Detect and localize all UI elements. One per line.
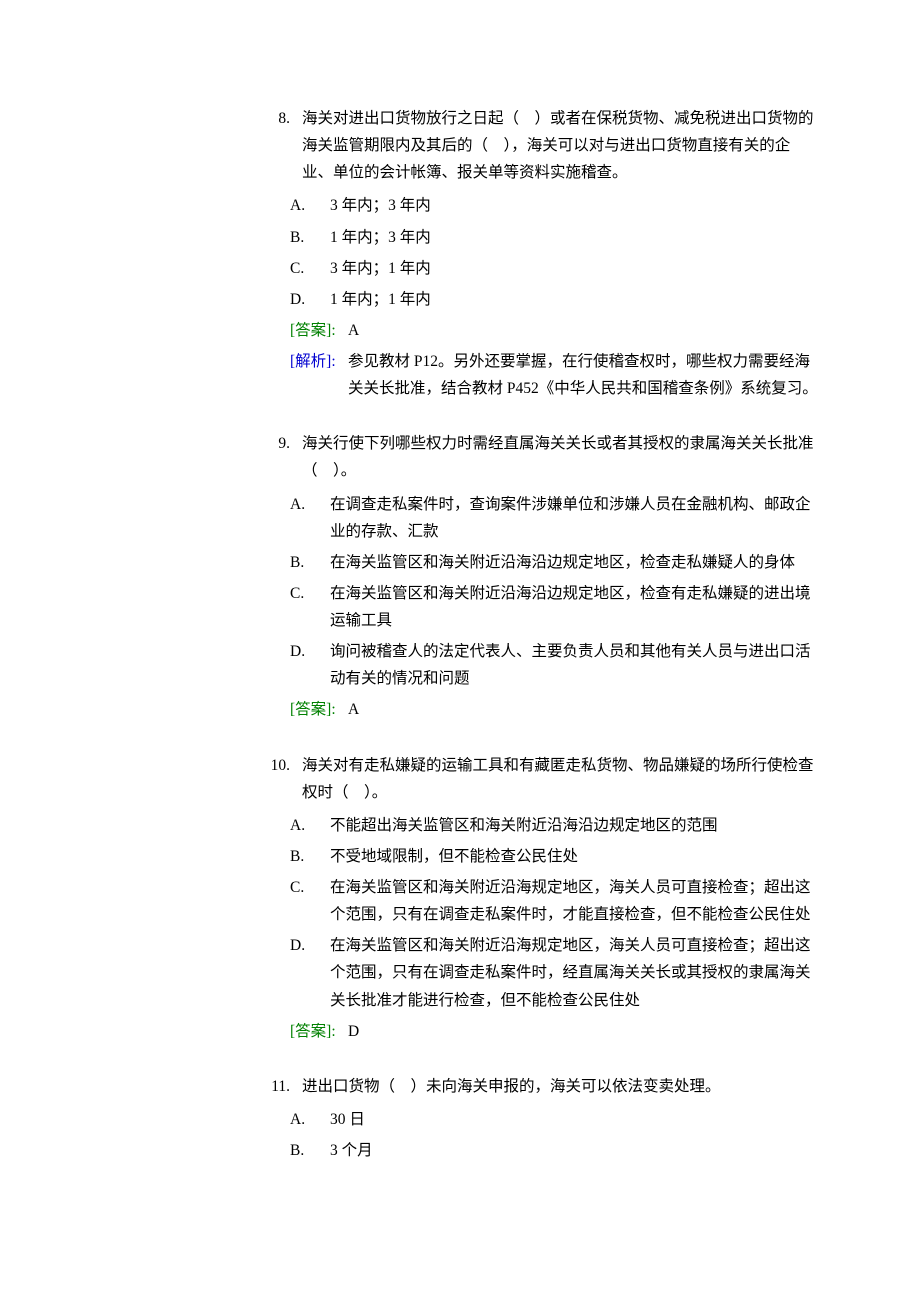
option-letter: B. xyxy=(290,224,330,251)
option-text: 不能超出海关监管区和海关附近沿海沿边规定地区的范围 xyxy=(330,812,820,839)
option-b: B. 不受地域限制，但不能检查公民住处 xyxy=(250,843,820,870)
option-text: 在调查走私案件时，查询案件涉嫌单位和涉嫌人员在金融机构、邮政企业的存款、汇款 xyxy=(330,491,820,545)
explanation-row: [解析]: 参见教材 P12。另外还要掌握，在行使稽查权时，哪些权力需要经海关关… xyxy=(250,348,820,402)
option-c: C. 在海关监管区和海关附近沿海沿边规定地区，检查有走私嫌疑的进出境运输工具 xyxy=(250,580,820,634)
question-header: 9. 海关行使下列哪些权力时需经直属海关关长或者其授权的隶属海关关长批准（ ）。 xyxy=(250,430,820,484)
option-b: B. 在海关监管区和海关附近沿海沿边规定地区，检查走私嫌疑人的身体 xyxy=(250,549,820,576)
answer-value: A xyxy=(348,317,820,344)
option-b: B. 3 个月 xyxy=(250,1137,820,1164)
question-number: 8. xyxy=(250,105,302,132)
explanation-label: [解析]: xyxy=(290,348,348,375)
answer-row: [答案]: D xyxy=(250,1018,820,1045)
option-b: B. 1 年内；3 年内 xyxy=(250,224,820,251)
option-text: 不受地域限制，但不能检查公民住处 xyxy=(330,843,820,870)
option-text: 3 个月 xyxy=(330,1137,820,1164)
answer-label: [答案]: xyxy=(290,317,348,344)
option-text: 在海关监管区和海关附近沿海规定地区，海关人员可直接检查；超出这个范围，只有在调查… xyxy=(330,932,820,1013)
option-c: C. 3 年内；1 年内 xyxy=(250,255,820,282)
option-letter: A. xyxy=(290,812,330,839)
option-letter: A. xyxy=(290,491,330,518)
option-d: D. 询问被稽查人的法定代表人、主要负责人员和其他有关人员与进出口活动有关的情况… xyxy=(250,638,820,692)
option-letter: D. xyxy=(290,638,330,665)
question-number: 11. xyxy=(250,1073,302,1100)
option-text: 在海关监管区和海关附近沿海规定地区，海关人员可直接检查；超出这个范围，只有在调查… xyxy=(330,874,820,928)
option-a: A. 在调查走私案件时，查询案件涉嫌单位和涉嫌人员在金融机构、邮政企业的存款、汇… xyxy=(250,491,820,545)
question-10: 10. 海关对有走私嫌疑的运输工具和有藏匿走私货物、物品嫌疑的场所行使检查权时（… xyxy=(250,752,820,1045)
option-letter: B. xyxy=(290,1137,330,1164)
option-letter: D. xyxy=(290,932,330,959)
option-letter: D. xyxy=(290,286,330,313)
option-text: 1 年内；1 年内 xyxy=(330,286,820,313)
question-stem: 海关对进出口货物放行之日起（ ）或者在保税货物、减免税进出口货物的海关监管期限内… xyxy=(302,105,820,186)
question-stem: 海关对有走私嫌疑的运输工具和有藏匿走私货物、物品嫌疑的场所行使检查权时（ ）。 xyxy=(302,752,820,806)
answer-row: [答案]: A xyxy=(250,696,820,723)
option-a: A. 不能超出海关监管区和海关附近沿海沿边规定地区的范围 xyxy=(250,812,820,839)
document-page: 8. 海关对进出口货物放行之日起（ ）或者在保税货物、减免税进出口货物的海关监管… xyxy=(0,0,920,1302)
option-letter: B. xyxy=(290,843,330,870)
option-text: 在海关监管区和海关附近沿海沿边规定地区，检查有走私嫌疑的进出境运输工具 xyxy=(330,580,820,634)
answer-value: D xyxy=(348,1018,820,1045)
option-text: 在海关监管区和海关附近沿海沿边规定地区，检查走私嫌疑人的身体 xyxy=(330,549,820,576)
options-list: A. 不能超出海关监管区和海关附近沿海沿边规定地区的范围 B. 不受地域限制，但… xyxy=(250,812,820,1014)
question-8: 8. 海关对进出口货物放行之日起（ ）或者在保税货物、减免税进出口货物的海关监管… xyxy=(250,105,820,402)
explanation-text: 参见教材 P12。另外还要掌握，在行使稽查权时，哪些权力需要经海关关长批准，结合… xyxy=(348,348,820,402)
question-stem: 进出口货物（ ）未向海关申报的，海关可以依法变卖处理。 xyxy=(302,1073,820,1100)
question-number: 10. xyxy=(250,752,302,779)
option-text: 1 年内；3 年内 xyxy=(330,224,820,251)
question-header: 11. 进出口货物（ ）未向海关申报的，海关可以依法变卖处理。 xyxy=(250,1073,820,1100)
question-header: 10. 海关对有走私嫌疑的运输工具和有藏匿走私货物、物品嫌疑的场所行使检查权时（… xyxy=(250,752,820,806)
option-d: D. 1 年内；1 年内 xyxy=(250,286,820,313)
answer-value: A xyxy=(348,696,820,723)
option-text: 30 日 xyxy=(330,1106,820,1133)
options-list: A. 3 年内；3 年内 B. 1 年内；3 年内 C. 3 年内；1 年内 D… xyxy=(250,192,820,313)
option-letter: C. xyxy=(290,580,330,607)
option-text: 询问被稽查人的法定代表人、主要负责人员和其他有关人员与进出口活动有关的情况和问题 xyxy=(330,638,820,692)
question-11: 11. 进出口货物（ ）未向海关申报的，海关可以依法变卖处理。 A. 30 日 … xyxy=(250,1073,820,1164)
answer-row: [答案]: A xyxy=(250,317,820,344)
question-number: 9. xyxy=(250,430,302,457)
answer-label: [答案]: xyxy=(290,1018,348,1045)
option-letter: A. xyxy=(290,1106,330,1133)
question-9: 9. 海关行使下列哪些权力时需经直属海关关长或者其授权的隶属海关关长批准（ ）。… xyxy=(250,430,820,723)
option-c: C. 在海关监管区和海关附近沿海规定地区，海关人员可直接检查；超出这个范围，只有… xyxy=(250,874,820,928)
option-letter: C. xyxy=(290,874,330,901)
option-a: A. 3 年内；3 年内 xyxy=(250,192,820,219)
option-text: 3 年内；1 年内 xyxy=(330,255,820,282)
option-text: 3 年内；3 年内 xyxy=(330,192,820,219)
question-header: 8. 海关对进出口货物放行之日起（ ）或者在保税货物、减免税进出口货物的海关监管… xyxy=(250,105,820,186)
option-letter: A. xyxy=(290,192,330,219)
option-d: D. 在海关监管区和海关附近沿海规定地区，海关人员可直接检查；超出这个范围，只有… xyxy=(250,932,820,1013)
options-list: A. 在调查走私案件时，查询案件涉嫌单位和涉嫌人员在金融机构、邮政企业的存款、汇… xyxy=(250,491,820,693)
option-letter: C. xyxy=(290,255,330,282)
answer-label: [答案]: xyxy=(290,696,348,723)
question-stem: 海关行使下列哪些权力时需经直属海关关长或者其授权的隶属海关关长批准（ ）。 xyxy=(302,430,820,484)
options-list: A. 30 日 B. 3 个月 xyxy=(250,1106,820,1164)
option-a: A. 30 日 xyxy=(250,1106,820,1133)
option-letter: B. xyxy=(290,549,330,576)
